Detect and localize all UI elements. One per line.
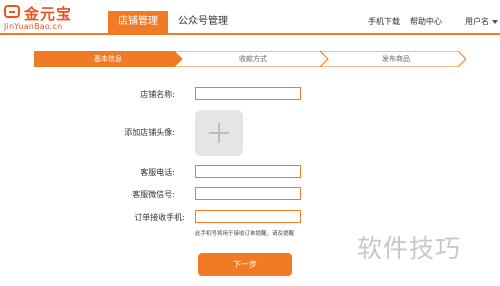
- add-avatar-button[interactable]: [195, 110, 243, 156]
- step-payment: 收款方式: [239, 55, 267, 63]
- tab-shop-management[interactable]: 店铺管理: [108, 11, 168, 33]
- shop-name-input[interactable]: [195, 87, 301, 100]
- user-menu[interactable]: 用户名: [465, 11, 498, 33]
- logo-name: 金元宝: [24, 5, 73, 23]
- order-phone-hint: 此手机号将用于接收订单提醒，请及提醒: [195, 231, 295, 237]
- chevron-down-icon: [492, 19, 498, 24]
- top-divider: [0, 33, 500, 35]
- service-phone-label: 客服电话:: [140, 168, 175, 177]
- order-phone-label: 订单接收手机:: [134, 213, 185, 222]
- shop-name-label: 店铺名称:: [140, 90, 175, 99]
- service-wechat-input[interactable]: [195, 187, 301, 200]
- wallet-icon: [4, 5, 20, 18]
- tab-official-account[interactable]: 公众号管理: [178, 11, 228, 33]
- watermark: 软件技巧: [357, 234, 462, 263]
- mobile-download-link[interactable]: 手机下载: [368, 11, 400, 33]
- username: 用户名: [465, 17, 489, 26]
- logo[interactable]: 金元宝 JinYuanBao.cn: [4, 3, 114, 31]
- step-basic-info: 基本信息: [94, 55, 122, 63]
- service-wechat-label: 客服微信号:: [132, 190, 175, 199]
- progress-steps: 基本信息 收款方式 发布商品: [34, 51, 466, 67]
- top-bar: 金元宝 JinYuanBao.cn 店铺管理 公众号管理 手机下载 帮助中心 用…: [0, 0, 500, 33]
- plus-icon-vertical: [218, 123, 220, 143]
- avatar-label: 添加店铺头像:: [124, 128, 175, 137]
- service-phone-input[interactable]: [195, 165, 301, 178]
- next-step-button[interactable]: 下一步: [198, 253, 292, 276]
- step-publish: 发布商品: [382, 55, 410, 63]
- order-phone-input[interactable]: [195, 210, 301, 223]
- help-center-link[interactable]: 帮助中心: [410, 11, 442, 33]
- logo-subtitle: JinYuanBao.cn: [4, 22, 63, 31]
